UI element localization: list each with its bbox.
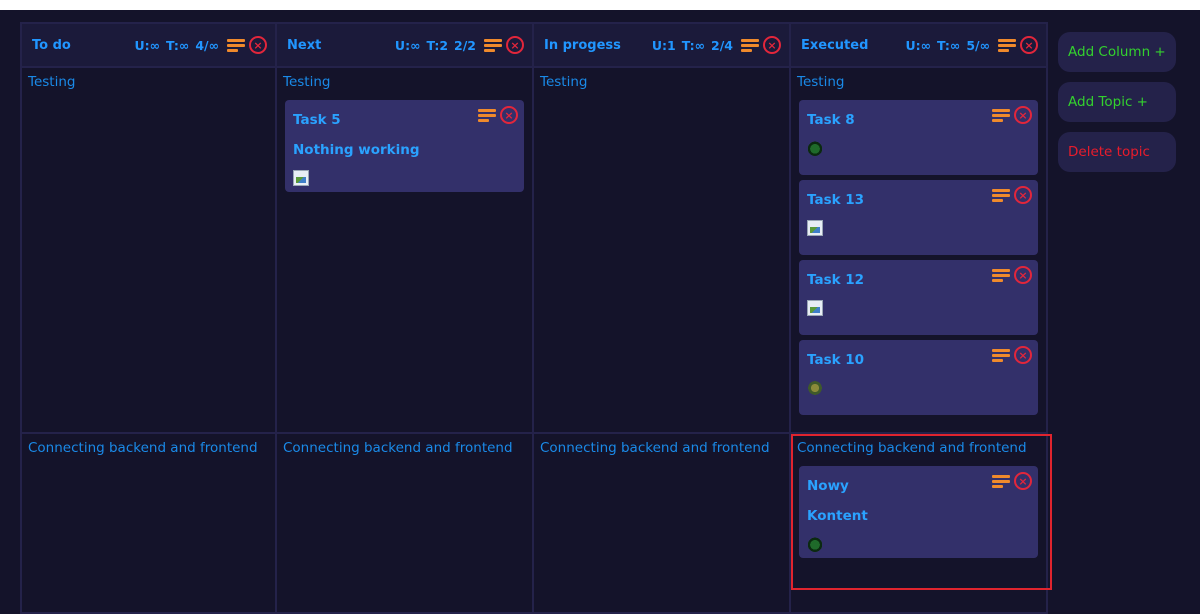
menu-lines-icon[interactable] (484, 38, 502, 52)
close-circle-icon[interactable]: × (506, 36, 524, 54)
topic-title[interactable]: Connecting backend and frontend (540, 440, 781, 456)
task-card[interactable]: × Task 8 (799, 100, 1038, 175)
column-header: Executed U:∞ T:∞ 5/∞ × (791, 24, 1046, 68)
topic-testing: Testing × Task 8 × Task 13 × Task 12 × T… (791, 68, 1046, 434)
menu-lines-icon[interactable] (227, 38, 245, 52)
topic-connecting-backend-frontend: Connecting backend and frontend (22, 434, 275, 612)
column-limits: U:∞ T:∞ 4/∞ (134, 38, 219, 53)
task-card[interactable]: × Task 13 (799, 180, 1038, 255)
column-header: To do U:∞ T:∞ 4/∞ × (22, 24, 275, 68)
task-description: Kontent (807, 508, 868, 524)
close-circle-icon[interactable]: × (249, 36, 267, 54)
close-circle-icon[interactable]: × (1014, 472, 1032, 490)
close-circle-icon[interactable]: × (1014, 106, 1032, 124)
menu-lines-icon[interactable] (992, 268, 1010, 282)
kanban-board: To do U:∞ T:∞ 4/∞ × Testing Connecting b… (20, 22, 1048, 614)
menu-lines-icon[interactable] (998, 38, 1016, 52)
menu-lines-icon[interactable] (478, 108, 496, 122)
task-count: 4/∞ (195, 37, 219, 53)
topic-title[interactable]: Testing (283, 74, 524, 90)
user-limit: U:∞ (905, 37, 932, 53)
close-circle-icon[interactable]: × (1014, 346, 1032, 364)
column-executed: Executed U:∞ T:∞ 5/∞ × Testing × Task 8 (791, 22, 1048, 614)
broken-image-icon (293, 170, 309, 186)
close-circle-icon[interactable]: × (500, 106, 518, 124)
column-title[interactable]: To do (32, 38, 71, 53)
task-count: 2/2 (454, 37, 476, 53)
column-to-do: To do U:∞ T:∞ 4/∞ × Testing Connecting b… (20, 22, 277, 614)
task-card[interactable]: × Task 12 (799, 260, 1038, 335)
menu-lines-icon[interactable] (992, 188, 1010, 202)
column-title[interactable]: Executed (801, 38, 868, 53)
user-limit: U:∞ (134, 37, 161, 53)
column-in-progress: In progess U:1 T:∞ 2/4 × Testing Connect… (534, 22, 791, 614)
task-card[interactable]: × Task 10 (799, 340, 1038, 415)
task-card[interactable]: × Task 5 Nothing working (285, 100, 524, 192)
topic-testing: Testing (22, 68, 275, 434)
topic-connecting-backend-frontend: Connecting backend and frontend (534, 434, 789, 612)
task-limit: T:∞ (937, 37, 961, 53)
task-card[interactable]: × Nowy Kontent (799, 466, 1038, 558)
menu-lines-icon[interactable] (992, 348, 1010, 362)
topic-title[interactable]: Testing (797, 74, 1038, 90)
task-count: 2/4 (711, 37, 733, 53)
topic-title[interactable]: Connecting backend and frontend (283, 440, 524, 456)
task-description: Nothing working (293, 142, 420, 158)
close-circle-icon[interactable]: × (763, 36, 781, 54)
task-limit: T:∞ (166, 37, 190, 53)
topic-testing: Testing (534, 68, 789, 434)
close-circle-icon[interactable]: × (1014, 186, 1032, 204)
menu-lines-icon[interactable] (992, 108, 1010, 122)
column-header: Next U:∞ T:2 2/2 × (277, 24, 532, 68)
column-title[interactable]: Next (287, 38, 321, 53)
task-count: 5/∞ (966, 37, 990, 53)
topic-connecting-backend-frontend: Connecting backend and frontend (277, 434, 532, 612)
close-circle-icon[interactable]: × (1014, 266, 1032, 284)
topic-title[interactable]: Testing (28, 74, 267, 90)
moss-avatar-icon (807, 380, 823, 396)
tree-avatar-icon (807, 140, 823, 156)
topic-title[interactable]: Testing (540, 74, 781, 90)
column-next: Next U:∞ T:2 2/2 × Testing × Task 5 Noth… (277, 22, 534, 614)
topic-testing: Testing × Task 5 Nothing working (277, 68, 532, 434)
column-limits: U:1 T:∞ 2/4 (652, 38, 733, 53)
menu-lines-icon[interactable] (992, 474, 1010, 488)
user-limit: U:∞ (394, 37, 421, 53)
add-topic-button[interactable]: Add Topic + (1058, 82, 1176, 122)
column-limits: U:∞ T:∞ 5/∞ (905, 38, 990, 53)
task-limit: T:2 (426, 37, 449, 53)
topic-title[interactable]: Connecting backend and frontend (797, 440, 1038, 456)
broken-image-icon (807, 300, 823, 316)
column-title[interactable]: In progess (544, 38, 621, 53)
delete-topic-button[interactable]: Delete topic (1058, 132, 1176, 172)
topic-title[interactable]: Connecting backend and frontend (28, 440, 267, 456)
add-column-button[interactable]: Add Column + (1058, 32, 1176, 72)
task-limit: T:∞ (681, 37, 706, 53)
board-actions: Add Column + Add Topic + Delete topic (1058, 32, 1176, 172)
column-header: In progess U:1 T:∞ 2/4 × (534, 24, 789, 68)
topic-connecting-backend-frontend: Connecting backend and frontend × Nowy K… (791, 434, 1046, 612)
menu-lines-icon[interactable] (741, 38, 759, 52)
user-limit: U:1 (651, 37, 676, 53)
broken-image-icon (807, 220, 823, 236)
column-limits: U:∞ T:2 2/2 (395, 38, 476, 53)
close-circle-icon[interactable]: × (1020, 36, 1038, 54)
tree-avatar-icon (807, 536, 823, 552)
